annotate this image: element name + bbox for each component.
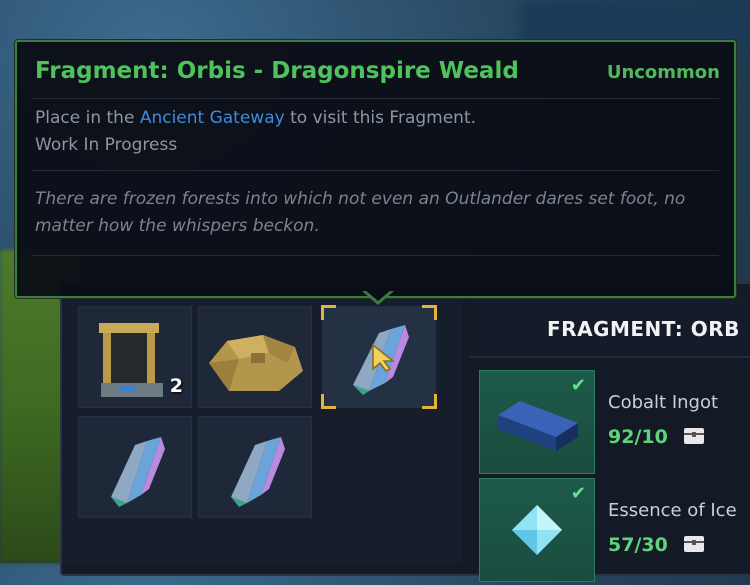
selection-corner [321,305,336,320]
tooltip-divider [32,255,719,256]
ingredient-count: 92/10 [608,426,668,448]
inventory-slot-fragment[interactable] [198,416,312,518]
selection-corner [321,394,336,409]
rarity-label: Uncommon [606,62,720,83]
ingredient-name: Essence of Ice [608,500,737,521]
ancient-gateway-link[interactable]: Ancient Gateway [140,108,285,128]
chest-icon [684,428,704,444]
recipe-title: FRAGMENT: ORB [547,317,740,341]
tooltip-description: Place in the Ancient Gateway to visit th… [35,108,476,128]
item-count: 2 [169,375,183,397]
chest-icon [684,536,704,552]
selection-corner [422,394,437,409]
tooltip-pointer-inner [365,290,391,301]
ingredient-tile-cobalt[interactable]: ✔ [479,370,595,474]
ingredient-tile-ice[interactable]: ✔ [479,478,595,582]
inventory-slot-fragment[interactable] [78,416,192,518]
tooltip-divider [32,170,719,171]
inventory-slot-fragment-selected[interactable] [321,305,437,409]
checkmark-icon: ✔ [570,483,586,504]
checkmark-icon: ✔ [570,375,586,396]
crystal-fragment-icon [231,437,285,507]
ingredient-name: Cobalt Ingot [608,392,719,413]
inventory-slot-rubble[interactable] [198,306,312,408]
description-text: Place in the [35,108,140,128]
cursor-icon [372,343,396,372]
description-text: to visit this Fragment. [284,108,477,128]
tooltip-flavor-text: There are frozen forests into which not … [35,189,686,236]
inventory-slot-ancient-gateway[interactable]: 2 [78,306,192,408]
tooltip-divider [32,98,719,99]
selection-corner [422,305,437,320]
tooltip-title: Fragment: Orbis - Dragonspire Weald [35,58,519,84]
rubble-stone-icon [209,335,303,391]
work-in-progress-label: Work In Progress [35,135,178,155]
ingredient-count: 57/30 [608,534,668,556]
crystal-fragment-icon [111,437,165,507]
